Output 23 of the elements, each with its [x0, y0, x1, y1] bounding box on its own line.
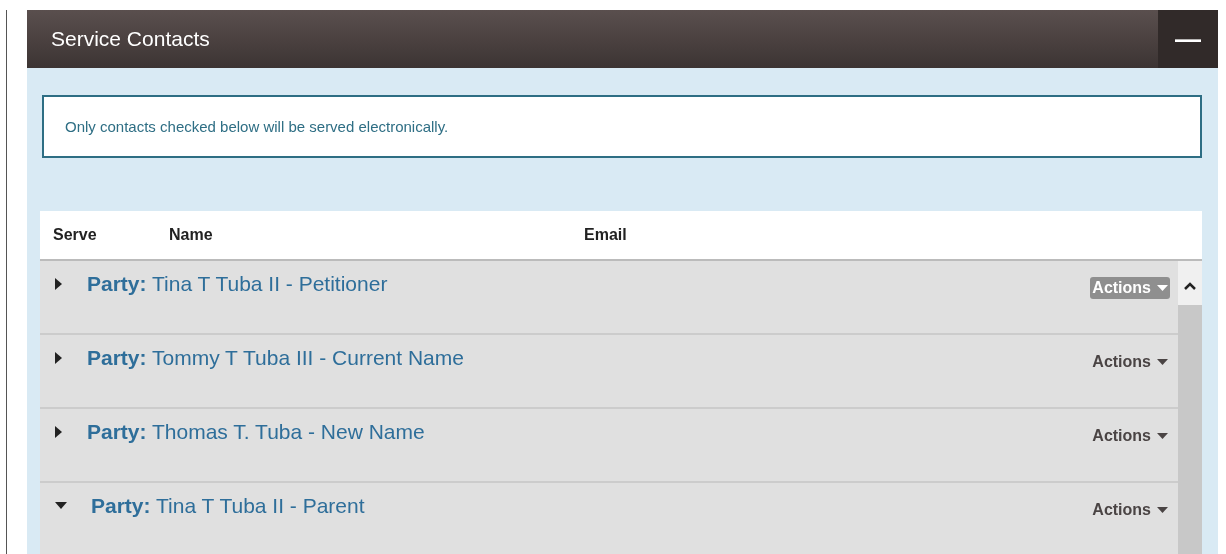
actions-dropdown[interactable]: Actions — [1090, 351, 1170, 373]
expand-triangle-icon[interactable] — [55, 426, 63, 438]
notice-text: Only contacts checked below will be served electronically. — [65, 118, 449, 135]
column-header: Email — [584, 226, 627, 244]
expand-triangle-icon[interactable] — [55, 352, 63, 364]
collapse-button[interactable]: — — [1158, 10, 1218, 68]
column-header: Name — [169, 226, 214, 244]
collapse-triangle-icon[interactable] — [55, 502, 67, 510]
scroll-up-icon[interactable] — [1183, 281, 1197, 291]
scrollbar[interactable] — [1178, 261, 1202, 554]
party-name: Party: Tommy T Tuba III - Current Name — [87, 346, 465, 370]
column-header: Serve — [53, 226, 98, 244]
actions-dropdown[interactable]: Actions — [1090, 425, 1170, 447]
party-name: Party: Tina T Tuba II - Parent — [91, 494, 366, 518]
caret-icon[interactable] — [1157, 506, 1168, 514]
party-name: Party: Thomas T. Tuba - New Name — [87, 420, 426, 444]
expand-triangle-icon[interactable] — [55, 278, 63, 290]
actions-dropdown[interactable]: Actions — [1090, 499, 1170, 521]
caret-icon[interactable] — [1157, 432, 1168, 440]
party-name: Party: Tina T Tuba II - Petitioner — [87, 272, 389, 296]
caret-icon[interactable] — [1157, 358, 1168, 366]
panel-title: Service Contacts — [51, 27, 210, 51]
caret-icon[interactable] — [1157, 284, 1168, 292]
